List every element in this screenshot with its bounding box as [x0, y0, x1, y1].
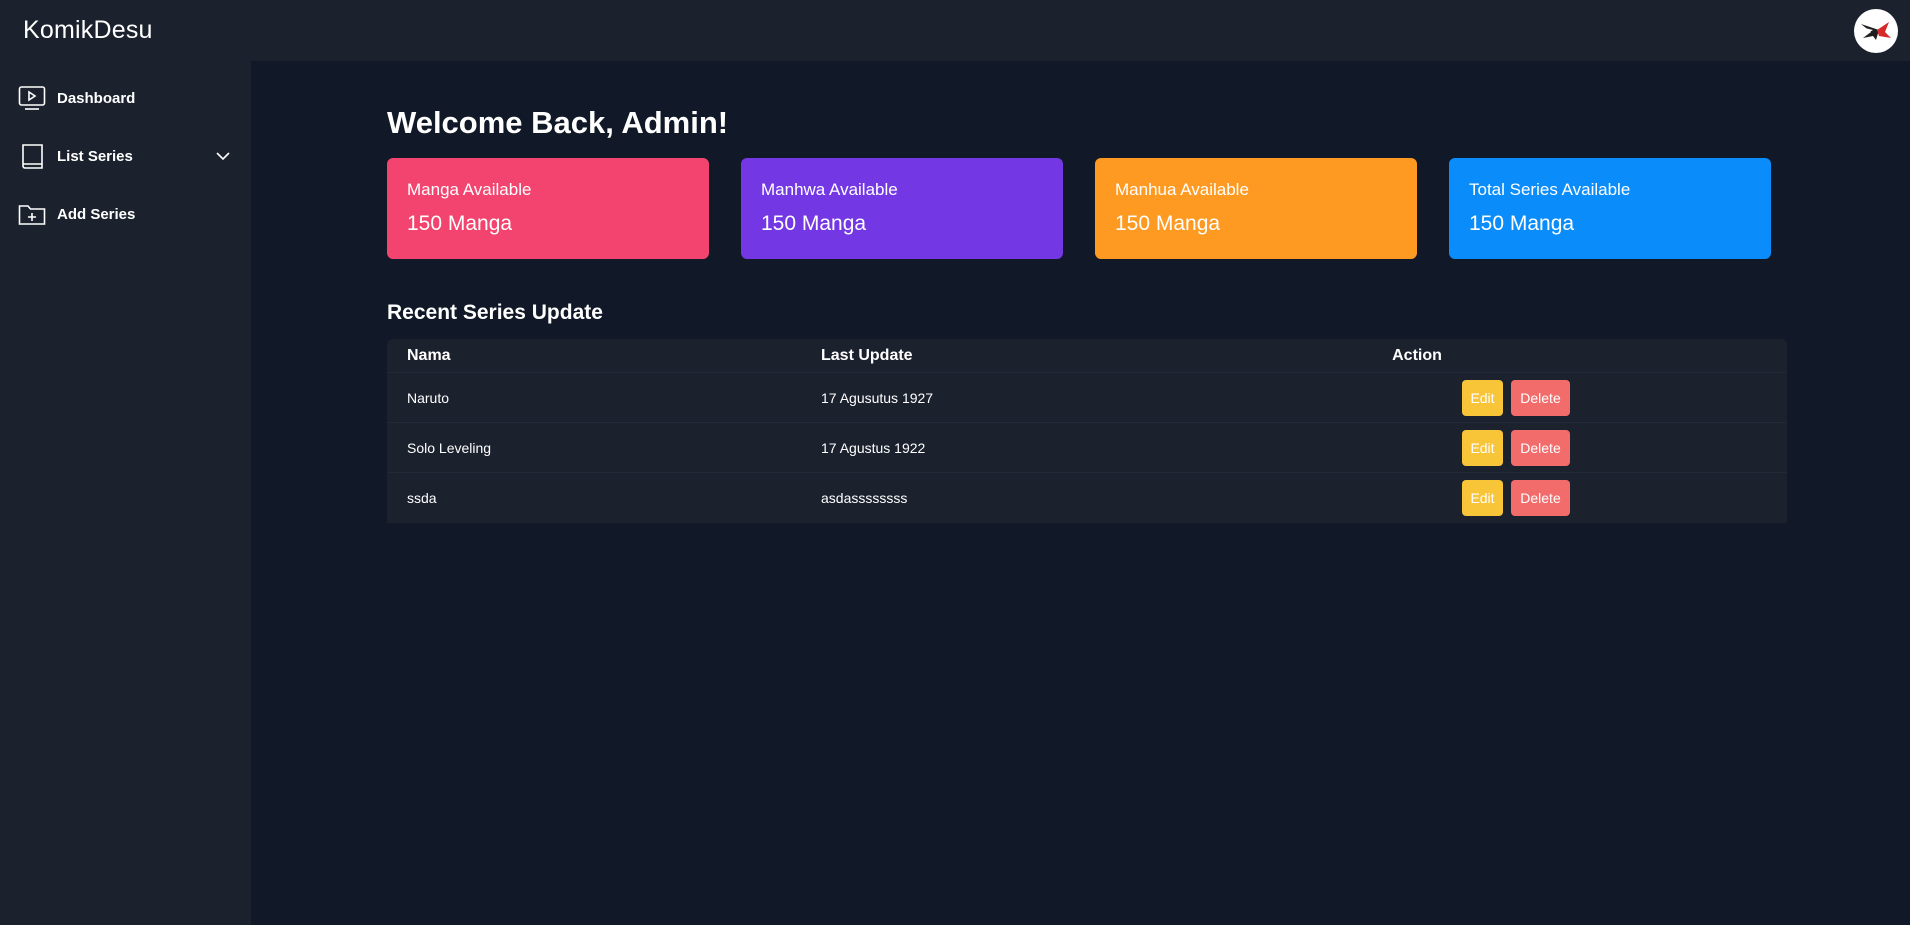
section-title: Recent Series Update [387, 301, 603, 324]
chevron-down-icon[interactable] [215, 148, 231, 164]
sidebar-item-label: Add Series [57, 205, 136, 223]
cell-last-update: asdassssssss [821, 490, 908, 506]
stat-card-title: Manhwa Available [761, 180, 898, 199]
stat-card-title: Manga Available [407, 180, 532, 199]
stat-card-title: Total Series Available [1469, 180, 1631, 199]
book-icon [18, 142, 46, 170]
row-actions: Edit Delete [1462, 379, 1570, 416]
top-bar: KomikDesu [0, 0, 1910, 61]
column-header-name: Nama [407, 346, 451, 364]
brand-title[interactable]: KomikDesu [23, 16, 153, 45]
sidebar: Dashboard List Series Add Series [0, 61, 251, 925]
cell-last-update: 17 Agusutus 1927 [821, 389, 934, 406]
stat-card-manhwa: Manhwa Available 150 Manga [741, 158, 1063, 259]
stat-card-title: Manhua Available [1115, 180, 1249, 199]
delete-button[interactable]: Delete [1511, 480, 1570, 516]
play-monitor-icon [18, 84, 46, 112]
table-header: Nama Last Update Action [387, 339, 1787, 373]
row-actions: Edit Delete [1462, 480, 1570, 516]
row-actions: Edit Delete [1462, 429, 1570, 466]
edit-button[interactable]: Edit [1462, 480, 1503, 516]
main-content: Welcome Back, Admin! Manga Available 150… [251, 61, 1910, 925]
cell-last-update: 17 Agustus 1922 [821, 439, 926, 456]
column-header-action: Action [1392, 346, 1442, 364]
logo-avatar-icon[interactable] [1854, 8, 1898, 53]
edit-button[interactable]: Edit [1462, 429, 1503, 466]
sidebar-item-label: Dashboard [57, 89, 136, 107]
table-row: Naruto 17 Agusutus 1927 Edit Delete [387, 373, 1787, 423]
folder-plus-icon [18, 200, 46, 228]
recent-series-table: Nama Last Update Action Naruto 17 Agusut… [387, 339, 1787, 523]
sidebar-item-list-series[interactable]: List Series [18, 141, 231, 171]
stat-card-manga: Manga Available 150 Manga [387, 158, 709, 259]
cell-name: ssda [407, 490, 437, 506]
stat-card-value: 150 Manga [407, 212, 513, 235]
sidebar-item-dashboard[interactable]: Dashboard [18, 83, 231, 113]
stat-card-total: Total Series Available 150 Manga [1449, 158, 1771, 259]
page-title: Welcome Back, Admin! [387, 105, 729, 140]
cell-name: Solo Leveling [407, 439, 492, 456]
edit-button[interactable]: Edit [1462, 379, 1503, 416]
delete-button[interactable]: Delete [1511, 379, 1570, 416]
stat-card-manhua: Manhua Available 150 Manga [1095, 158, 1417, 259]
sidebar-item-add-series[interactable]: Add Series [18, 199, 231, 229]
table-row: ssda asdassssssss Edit Delete [387, 473, 1787, 523]
table-row: Solo Leveling 17 Agustus 1922 Edit Delet… [387, 423, 1787, 473]
column-header-last-update: Last Update [821, 346, 913, 364]
stat-card-value: 150 Manga [1115, 212, 1221, 235]
delete-button[interactable]: Delete [1511, 429, 1570, 466]
cell-name: Naruto [407, 389, 450, 406]
sidebar-item-label: List Series [57, 147, 133, 165]
stat-card-value: 150 Manga [761, 212, 867, 235]
stat-card-value: 150 Manga [1469, 212, 1575, 235]
